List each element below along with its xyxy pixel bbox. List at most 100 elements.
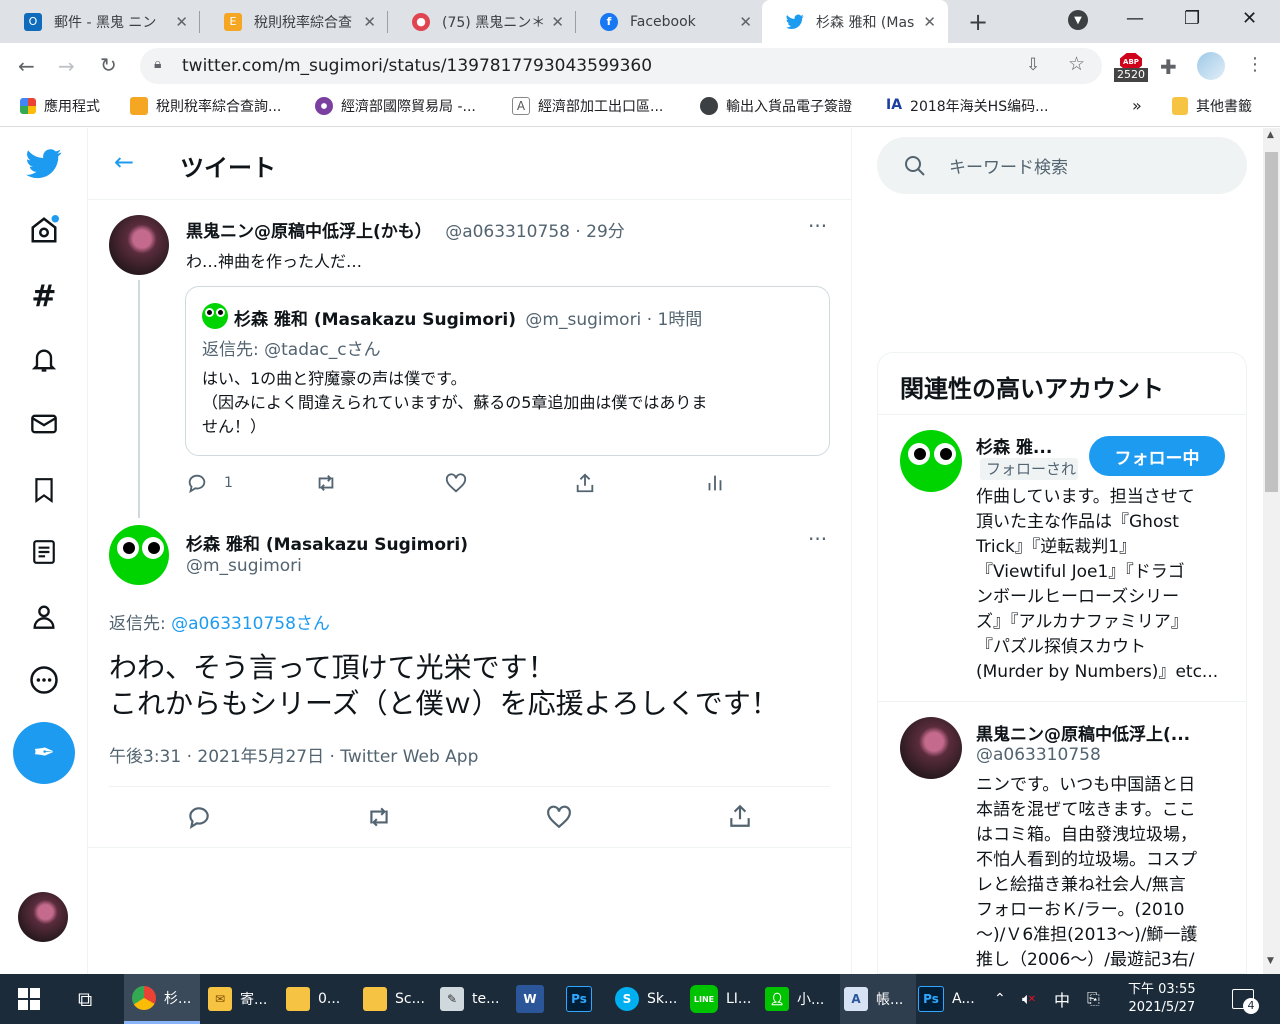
scroll-down-arrow-icon[interactable]: ▼ [1267, 956, 1274, 966]
scrollbar-thumb[interactable] [1265, 152, 1278, 492]
related-account-avatar[interactable] [900, 430, 962, 492]
extensions-puzzle-icon[interactable]: ✚ [1160, 55, 1177, 79]
taskbar-app-folder[interactable]: Sc... [363, 974, 425, 1024]
notification-center[interactable]: 4 [1232, 974, 1259, 1024]
window-close-icon[interactable]: ✕ [1242, 8, 1257, 29]
profile-avatar-icon[interactable] [1197, 52, 1225, 80]
ime-mode-icon[interactable]: ⎘ [1087, 974, 1100, 1024]
browser-menu-icon[interactable]: ⋮ [1246, 54, 1264, 75]
compose-tweet-button[interactable]: ✒︎ [13, 722, 75, 784]
reply-to-link[interactable]: @a063310758さん [171, 614, 330, 634]
main-author-name[interactable]: 杉森 雅和 (Masakazu Sugimori) [186, 530, 468, 555]
taskbar-app-photoshop-2[interactable]: Ps A... [918, 974, 975, 1024]
address-bar[interactable]: 🔒︎ twitter.com/m_sugimori/status/1397817… [140, 48, 1102, 84]
explore-hashtag-icon[interactable]: # [22, 274, 66, 318]
search-input[interactable]: キーワード検索 [949, 153, 1068, 178]
back-arrow-icon[interactable]: ← [18, 54, 35, 78]
close-icon[interactable]: ✕ [363, 13, 376, 31]
ime-indicator[interactable]: 中 [1054, 974, 1070, 1024]
retweet-button[interactable] [365, 804, 393, 830]
parent-author-name[interactable]: 黒鬼ニン@原稿中低浮上(かも） [186, 222, 432, 242]
volume-muted-icon[interactable]: 🔈︎ ✕ [1022, 974, 1036, 1024]
reload-icon[interactable]: ↻ [100, 53, 117, 77]
tab-twitter[interactable]: 杉森 雅和 (Mas ✕ [762, 0, 948, 43]
main-author-handle[interactable]: @m_sugimori [186, 556, 302, 576]
quoted-tweet-card[interactable]: 杉森 雅和 (Masakazu Sugimori) @m_sugimori · … [185, 286, 830, 456]
new-tab-plus-icon[interactable]: + [968, 8, 988, 36]
show-hidden-icons-chevron[interactable]: ⌃ [994, 974, 1006, 1024]
task-view-icon[interactable]: ⧉ [78, 974, 92, 1024]
lists-icon[interactable] [22, 530, 66, 574]
like-button[interactable] [546, 804, 572, 830]
messages-envelope-icon[interactable] [22, 402, 66, 446]
parent-author-handle[interactable]: @a063310758 · 29分 [445, 222, 625, 242]
bookmark-apps[interactable]: 應用程式 [20, 96, 100, 116]
page-scrollbar[interactable]: ▲ ▼ [1263, 128, 1280, 974]
taskbar-app-mail[interactable]: ✉ 寄... [208, 974, 267, 1024]
main-tweet-avatar[interactable] [109, 525, 169, 585]
maximize-icon[interactable]: ❐ [1184, 8, 1200, 29]
taskbar-app-line[interactable]: LINE LI... [690, 974, 751, 1024]
tab-plurk[interactable]: ● (75) 黑鬼ニン＊ ✕ [388, 0, 576, 43]
close-icon[interactable]: ✕ [923, 13, 936, 31]
tab-search-icon[interactable]: ▼ [1068, 10, 1088, 30]
bookmark-hs-code[interactable]: IA 2018年海关HS编码... [886, 96, 1048, 116]
taskbar-app-word[interactable]: W [516, 974, 552, 1024]
related-account-avatar[interactable] [900, 717, 962, 779]
share-button[interactable] [727, 802, 753, 830]
related-account-name[interactable]: 杉森 雅... [976, 433, 1052, 458]
url-text[interactable]: twitter.com/m_sugimori/status/1397817793… [182, 56, 652, 76]
taskbar-app-label: 寄... [240, 992, 268, 1008]
reply-button[interactable]: 1 [186, 472, 233, 494]
more-dots-icon[interactable]: ··· [808, 527, 827, 551]
retweet-button[interactable] [314, 472, 338, 494]
minimize-icon[interactable]: — [1126, 8, 1144, 29]
more-circle-icon[interactable] [22, 658, 66, 702]
taskbar-app-chrome[interactable]: 杉... [124, 974, 200, 1024]
following-button[interactable]: フォロー中 [1089, 436, 1225, 476]
bookmark-tariff[interactable]: 稅則稅率綜合查詢... [130, 96, 281, 116]
related-account-handle[interactable]: @a063310758 [976, 745, 1101, 765]
bookmarks-icon[interactable] [22, 468, 66, 512]
system-clock[interactable]: 下午 03:55 2021/5/27 [1128, 974, 1196, 1024]
more-dots-icon[interactable]: ··· [808, 214, 827, 238]
bookmark-ecert[interactable]: 輸出入貨品電子簽證 [700, 96, 852, 116]
taskbar-app-skype[interactable]: S Sk... [615, 974, 677, 1024]
bookmark-star-icon[interactable]: ☆ [1068, 53, 1085, 75]
tab-mail[interactable]: O 郵件 - 黑鬼 ニン ✕ [0, 0, 200, 43]
profile-person-icon[interactable] [22, 594, 66, 638]
account-avatar[interactable] [18, 892, 68, 942]
tariff-site-icon [130, 97, 148, 115]
install-app-icon[interactable]: ⇩ [1026, 55, 1040, 75]
search-box[interactable]: キーワード検索 [877, 137, 1247, 194]
home-icon[interactable] [22, 208, 66, 252]
twitter-logo-icon[interactable] [22, 142, 66, 186]
parent-tweet-avatar[interactable] [109, 215, 169, 275]
start-button[interactable] [18, 974, 40, 1024]
forward-arrow-icon[interactable]: → [58, 54, 75, 78]
adblock-extension-icon[interactable]: ABP 2520 [1114, 53, 1148, 83]
like-button[interactable] [445, 472, 467, 494]
close-icon[interactable]: ✕ [175, 13, 188, 31]
taskbar-app-notepad[interactable]: ✎ te... [440, 974, 499, 1024]
analytics-button[interactable] [704, 472, 726, 494]
reply-button[interactable] [186, 804, 212, 830]
more-bookmarks-chevron[interactable]: » [1132, 96, 1142, 115]
taskbar-app-photoshop[interactable]: Ps [566, 974, 600, 1024]
taskbar-app-folder[interactable]: 0... [286, 974, 340, 1024]
notifications-bell-icon[interactable] [22, 338, 66, 382]
related-account-name[interactable]: 黒鬼ニン@原稿中低浮上(... [976, 720, 1190, 745]
scroll-up-arrow-icon[interactable]: ▲ [1267, 130, 1274, 140]
other-bookmarks[interactable]: 其他書籤 [1172, 96, 1252, 116]
back-arrow-icon[interactable]: ← [114, 148, 134, 176]
bookmark-export-zone[interactable]: A 經濟部加工出口區... [512, 96, 663, 116]
tweet-timestamp[interactable]: 午後3:31 · 2021年5月27日 · Twitter Web App [109, 742, 478, 767]
close-icon[interactable]: ✕ [739, 13, 752, 31]
taskbar-app-ledger[interactable]: A 帳... [840, 974, 916, 1024]
tab-tariff[interactable]: E 稅則稅率綜合查 ✕ [200, 0, 388, 43]
close-icon[interactable]: ✕ [551, 13, 564, 31]
share-button[interactable] [574, 471, 596, 495]
tab-facebook[interactable]: f Facebook ✕ [576, 0, 764, 43]
taskbar-app-line-chat[interactable]: 👤︎ 小... [765, 974, 824, 1024]
bookmark-trade-bureau[interactable]: 經濟部國際貿易局 -... [315, 96, 476, 116]
